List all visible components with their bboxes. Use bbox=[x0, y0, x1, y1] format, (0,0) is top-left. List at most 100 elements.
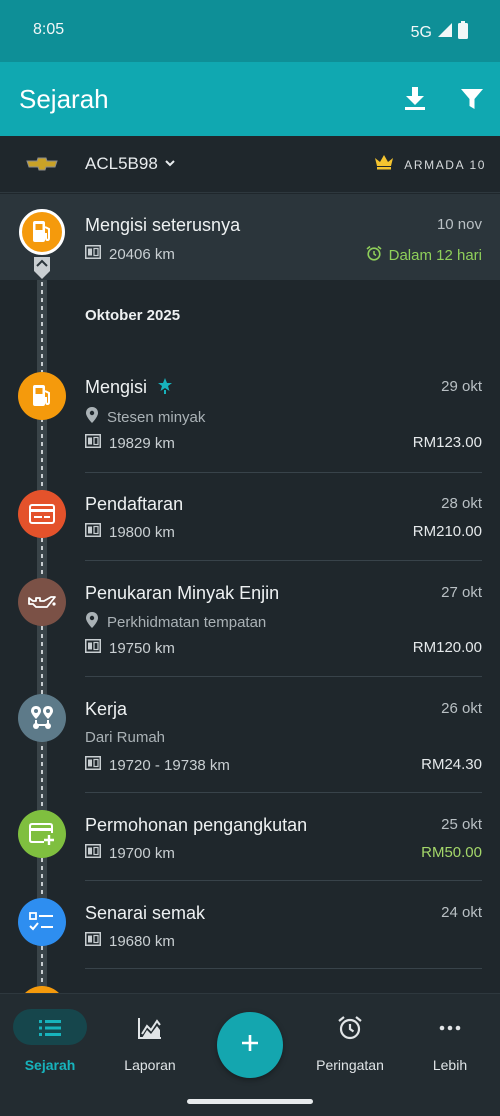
chevrolet-logo-icon bbox=[25, 157, 59, 176]
history-list-icon bbox=[37, 1015, 63, 1041]
entry-odometer: 19750 km bbox=[85, 639, 175, 657]
signal-icon bbox=[437, 22, 453, 43]
fuel-pump-icon bbox=[19, 209, 65, 255]
nav-item-history[interactable]: Sejarah bbox=[0, 994, 100, 1084]
odometer-icon bbox=[85, 434, 101, 452]
odometer-icon bbox=[85, 523, 101, 541]
entry-odometer: 19800 km bbox=[85, 523, 175, 541]
vehicle-selector-bar: ACL5B98 ARMADA 10 bbox=[0, 136, 500, 193]
entry-location: Perkhidmatan tempatan bbox=[85, 612, 266, 632]
registration-card-icon bbox=[18, 490, 66, 538]
location-pin-icon bbox=[85, 612, 99, 632]
entry-amount: RM24.30 bbox=[421, 756, 482, 773]
location-pin-icon bbox=[85, 407, 99, 427]
odometer-icon bbox=[85, 844, 101, 862]
route-icon bbox=[18, 694, 66, 742]
odometer-value: 19720 - 19738 km bbox=[109, 756, 230, 774]
odometer-value: 20406 km bbox=[109, 245, 175, 263]
nav-label-more: Lebih bbox=[432, 1057, 468, 1073]
chevron-down-icon[interactable] bbox=[163, 156, 177, 175]
entry-date: 25 okt bbox=[441, 816, 482, 833]
entry-date: 26 okt bbox=[441, 700, 482, 717]
full-tank-icon bbox=[158, 378, 172, 399]
crown-icon bbox=[374, 154, 394, 175]
fleet-label: ARMADA 10 bbox=[404, 157, 486, 172]
month-header: Oktober 2025 bbox=[85, 307, 181, 324]
entry-amount: RM120.00 bbox=[412, 639, 482, 656]
odometer-value: 19800 km bbox=[109, 523, 175, 541]
chart-icon bbox=[137, 1015, 163, 1041]
odometer-value: 19750 km bbox=[109, 639, 175, 657]
odometer-value: 19700 km bbox=[109, 844, 175, 862]
card-add-icon bbox=[18, 810, 66, 858]
entry-odometer: 19720 - 19738 km bbox=[85, 756, 230, 774]
entry-date: 27 okt bbox=[441, 584, 482, 601]
entry-amount: RM210.00 bbox=[412, 523, 482, 540]
entry-title: Permohonan pengangkutan bbox=[85, 815, 308, 835]
location-text: Stesen minyak bbox=[107, 408, 206, 426]
nav-label-reminders: Peringatan bbox=[316, 1057, 384, 1073]
bottom-navigation: Sejarah Laporan Peringatan Lebih bbox=[0, 993, 500, 1116]
alarm-icon bbox=[337, 1015, 363, 1041]
divider bbox=[85, 472, 482, 473]
network-label: 5G bbox=[410, 23, 432, 41]
entry-odometer: 19829 km bbox=[85, 434, 175, 452]
timeline-arrow-icon bbox=[34, 257, 50, 284]
next-refuel-odometer: 20406 km bbox=[85, 245, 175, 263]
next-refuel-title: Mengisi seterusnya bbox=[85, 215, 241, 235]
entry-amount: RM123.00 bbox=[412, 434, 482, 451]
add-button[interactable] bbox=[217, 1012, 283, 1078]
alarm-icon bbox=[366, 245, 382, 265]
app-bar: Sejarah bbox=[0, 62, 500, 136]
status-indicators: 5G bbox=[411, 21, 468, 44]
more-icon bbox=[437, 1015, 463, 1041]
checklist-icon bbox=[18, 898, 66, 946]
entry-subtitle: Dari Rumah bbox=[85, 729, 166, 746]
next-refuel-date: 10 nov bbox=[436, 216, 482, 233]
nav-label-reports: Laporan bbox=[124, 1057, 176, 1073]
reminder-countdown: Dalam 12 hari bbox=[366, 245, 482, 265]
entry-amount: RM50.00 bbox=[421, 844, 482, 861]
entry-title: Penukaran Minyak Enjin bbox=[85, 583, 280, 603]
odometer-icon bbox=[85, 756, 101, 774]
oil-can-icon bbox=[18, 578, 66, 626]
download-icon[interactable] bbox=[401, 85, 429, 113]
vehicle-name[interactable]: ACL5B98 bbox=[85, 154, 158, 174]
page-title: Sejarah bbox=[19, 84, 109, 114]
nav-item-more[interactable]: Lebih bbox=[400, 994, 500, 1084]
entry-date: 29 okt bbox=[441, 378, 482, 395]
entry-odometer: 19680 km bbox=[85, 932, 175, 950]
add-icon bbox=[240, 1033, 260, 1058]
status-time: 8:05 bbox=[33, 21, 65, 38]
filter-icon[interactable] bbox=[458, 85, 486, 113]
entry-title: Mengisi bbox=[85, 377, 148, 397]
divider bbox=[85, 792, 482, 793]
odometer-value: 19680 km bbox=[109, 932, 175, 950]
divider bbox=[85, 880, 482, 881]
fleet-badge[interactable]: ARMADA 10 bbox=[374, 154, 486, 175]
odometer-icon bbox=[85, 932, 101, 950]
divider bbox=[85, 560, 482, 561]
fuel-pump-icon bbox=[18, 372, 66, 420]
nav-item-reminders[interactable]: Peringatan bbox=[300, 994, 400, 1084]
entry-odometer: 19700 km bbox=[85, 844, 175, 862]
nav-label-history: Sejarah bbox=[24, 1057, 76, 1073]
odometer-icon bbox=[85, 245, 101, 263]
entry-date: 24 okt bbox=[441, 904, 482, 921]
status-bar: 8:05 5G bbox=[0, 0, 500, 62]
odometer-icon bbox=[85, 639, 101, 657]
entry-location: Stesen minyak bbox=[85, 407, 205, 427]
entry-title: Pendaftaran bbox=[85, 494, 184, 514]
entry-title: Senarai semak bbox=[85, 903, 206, 923]
home-indicator[interactable] bbox=[187, 1099, 313, 1104]
divider bbox=[85, 968, 482, 969]
next-refuel-card[interactable]: Mengisi seterusnya 10 nov 20406 km Dalam… bbox=[0, 194, 500, 280]
location-text: Perkhidmatan tempatan bbox=[107, 613, 267, 631]
divider bbox=[85, 676, 482, 677]
battery-icon bbox=[458, 21, 468, 44]
entry-date: 28 okt bbox=[441, 495, 482, 512]
nav-item-reports[interactable]: Laporan bbox=[100, 994, 200, 1084]
odometer-value: 19829 km bbox=[109, 434, 175, 452]
reminder-text: Dalam 12 hari bbox=[388, 246, 482, 264]
entry-title: Kerja bbox=[85, 699, 128, 719]
